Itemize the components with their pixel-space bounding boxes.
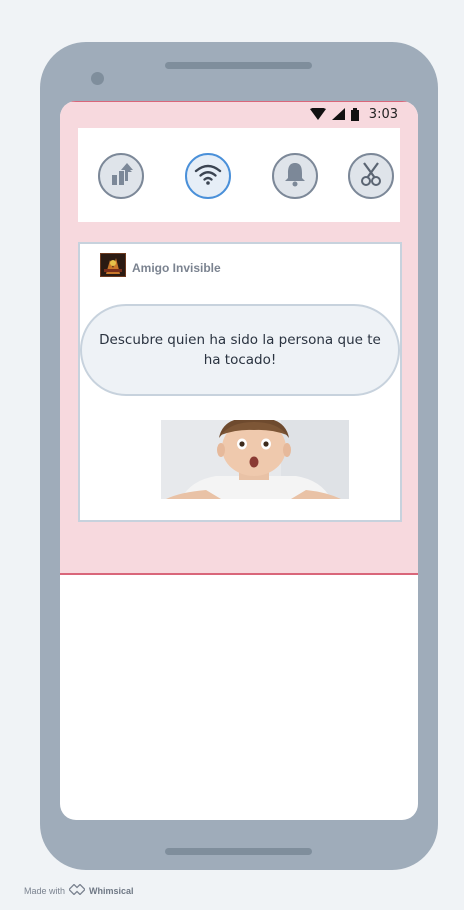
app-icon: [100, 253, 126, 277]
scissors-icon: [358, 161, 384, 192]
footer-credit: Made with Whimsical: [24, 883, 134, 897]
bell-icon: [283, 161, 307, 192]
notification-message: Descubre quien ha sido la persona que te…: [80, 304, 400, 396]
app-name: Amigo Invisible: [132, 261, 221, 275]
shade-top-line: [60, 101, 418, 102]
notification-shade: 3:03 Amigo Invisible Descubre quien ha s…: [60, 101, 418, 575]
notifications-toggle[interactable]: [272, 153, 318, 199]
upload-icon: [108, 161, 134, 192]
speaker-grille: [165, 62, 312, 69]
wifi-icon: [194, 162, 222, 191]
camera-dot: [91, 72, 104, 85]
phone-screen: 3:03 Amigo Invisible Descubre quien ha s…: [60, 101, 418, 820]
signal-icon: [331, 108, 345, 120]
whimsical-brand[interactable]: Whimsical: [89, 886, 134, 896]
notification-card[interactable]: Amigo Invisible Descubre quien ha sido l…: [78, 242, 402, 522]
battery-icon: [350, 107, 359, 121]
quick-settings-panel: [78, 128, 400, 222]
upload-toggle[interactable]: [98, 153, 144, 199]
status-bar: 3:03: [309, 106, 398, 122]
phone-frame: 3:03 Amigo Invisible Descubre quien ha s…: [40, 42, 438, 870]
surprised-child-photo: [161, 420, 349, 499]
wifi-toggle[interactable]: [185, 153, 231, 199]
made-with-label: Made with: [24, 885, 66, 896]
scissors-toggle[interactable]: [348, 153, 394, 199]
status-time: 3:03: [368, 106, 398, 122]
wifi-icon: [309, 108, 326, 120]
home-bar[interactable]: [165, 848, 312, 855]
whimsical-logo-icon: [68, 883, 86, 897]
